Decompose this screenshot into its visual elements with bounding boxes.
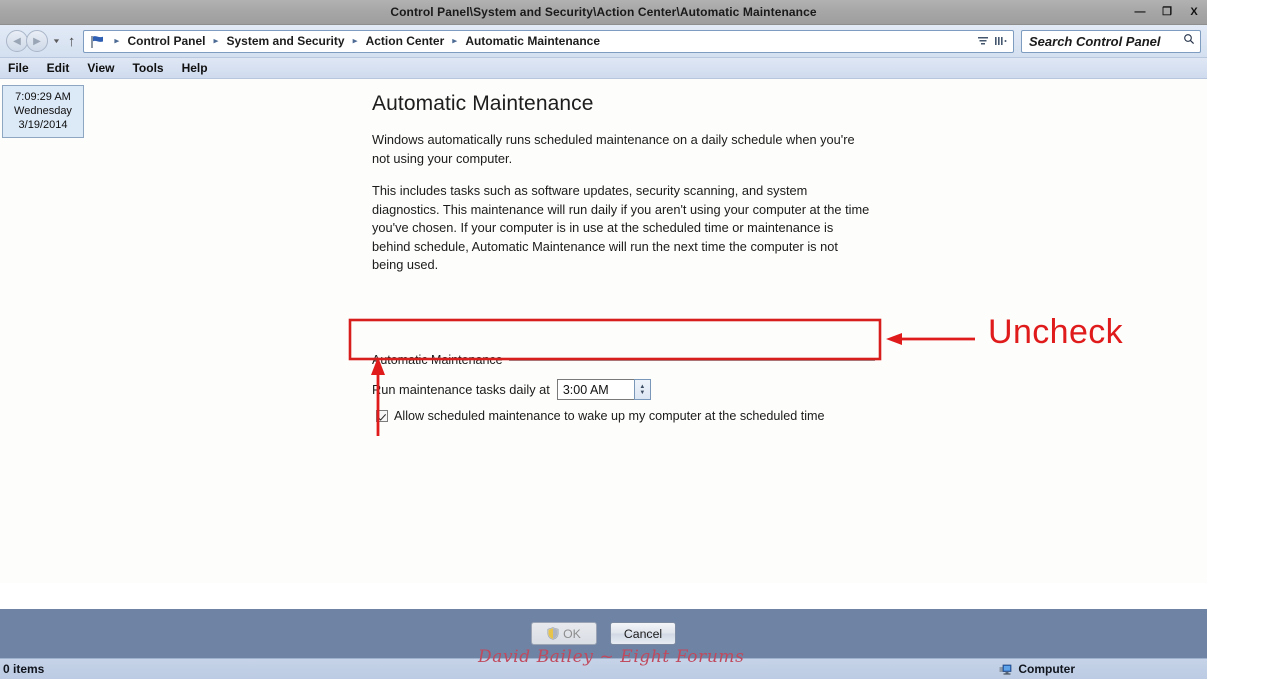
run-time-spinner[interactable]: 3:00 AM ▲ ▼	[556, 379, 651, 400]
previous-locations-icon[interactable]	[992, 32, 1010, 51]
run-time-value[interactable]: 3:00 AM	[556, 379, 634, 400]
run-time-label: Run maintenance tasks daily at	[372, 382, 550, 397]
recent-locations-button[interactable]: ▼	[52, 38, 61, 45]
uac-shield-icon	[547, 627, 559, 640]
description-paragraph-2: This includes tasks such as software upd…	[372, 183, 870, 272]
address-bar[interactable]: ▸ Control Panel ▸ System and Security ▸ …	[83, 29, 1014, 53]
breadcrumb-automatic-maintenance[interactable]: Automatic Maintenance	[463, 34, 602, 48]
ok-button[interactable]: OK	[531, 622, 597, 645]
cancel-button[interactable]: Cancel	[610, 622, 676, 645]
clock-time: 7:09:29 AM	[15, 91, 71, 103]
navigation-bar: ◀ ▶ ▼ ↑ ▸ Control Panel ▸ System and Sec…	[0, 25, 1207, 58]
wake-computer-checkbox[interactable]	[376, 410, 388, 422]
spinner-buttons[interactable]: ▲ ▼	[633, 379, 651, 400]
menu-bar: File Edit View Tools Help	[0, 58, 1207, 79]
search-input[interactable]: Search Control Panel	[1021, 29, 1201, 53]
status-item-count: 0 items	[3, 662, 45, 676]
control-panel-flag-icon	[90, 35, 106, 49]
back-button[interactable]: ◀	[6, 30, 28, 52]
ok-button-label: OK	[563, 626, 581, 641]
clock-popup: 7:09:29 AM Wednesday 3/19/2014	[2, 85, 84, 138]
refresh-icon[interactable]	[974, 32, 992, 51]
breadcrumb-control-panel[interactable]: Control Panel	[125, 34, 207, 48]
restore-button[interactable]: ❐	[1160, 6, 1174, 18]
breadcrumb-separator: ▸	[452, 36, 458, 46]
up-one-level-button[interactable]: ↑	[68, 34, 76, 49]
automatic-maintenance-group: Automatic Maintenance Run maintenance ta…	[372, 353, 875, 400]
group-divider-line	[508, 359, 875, 361]
watermark: David Bailey ~ Eight Forums	[478, 647, 745, 667]
breadcrumb-action-center[interactable]: Action Center	[364, 34, 447, 48]
back-arrow-icon: ◀	[13, 35, 21, 47]
search-placeholder: Search Control Panel	[1029, 33, 1161, 49]
group-header: Automatic Maintenance	[372, 353, 875, 367]
status-location-label: Computer	[1018, 662, 1075, 676]
description-paragraph-1: Windows automatically runs scheduled mai…	[372, 132, 855, 166]
run-time-row: Run maintenance tasks daily at 3:00 AM ▲…	[372, 379, 875, 400]
clock-date: 3/19/2014	[18, 119, 68, 131]
minimize-button[interactable]: —	[1133, 6, 1147, 18]
wake-computer-checkbox-label[interactable]: Allow scheduled maintenance to wake up m…	[394, 409, 825, 423]
group-legend: Automatic Maintenance	[372, 353, 503, 367]
page-title: Automatic Maintenance	[372, 92, 594, 115]
menu-item-edit[interactable]: Edit	[47, 61, 70, 75]
wake-computer-checkbox-row[interactable]: Allow scheduled maintenance to wake up m…	[376, 409, 825, 423]
search-icon	[1183, 32, 1195, 50]
breadcrumb-separator: ▸	[114, 36, 120, 46]
window-title: Control Panel\System and Security\Action…	[390, 5, 817, 19]
breadcrumb-system-and-security[interactable]: System and Security	[225, 34, 347, 48]
computer-icon	[999, 664, 1013, 676]
breadcrumb-separator: ▸	[213, 36, 219, 46]
menu-item-file[interactable]: File	[8, 61, 29, 75]
close-button[interactable]: X	[1187, 6, 1201, 18]
cancel-button-label: Cancel	[623, 626, 663, 641]
status-location: Computer	[999, 662, 1205, 676]
annotation-uncheck-label: Uncheck	[988, 313, 1124, 351]
menu-item-help[interactable]: Help	[182, 61, 208, 75]
content-column: Automatic Maintenance Windows automatica…	[372, 92, 877, 289]
menu-item-view[interactable]: View	[87, 61, 114, 75]
clock-weekday: Wednesday	[14, 105, 72, 117]
title-bar: Control Panel\System and Security\Action…	[0, 0, 1207, 25]
breadcrumb-separator: ▸	[352, 36, 358, 46]
spinner-down-icon[interactable]: ▼	[639, 390, 645, 396]
forward-button[interactable]: ▶	[26, 30, 48, 52]
window-controls: — ❐ X	[1133, 0, 1201, 24]
menu-item-tools[interactable]: Tools	[132, 61, 163, 75]
forward-arrow-icon: ▶	[33, 35, 41, 47]
